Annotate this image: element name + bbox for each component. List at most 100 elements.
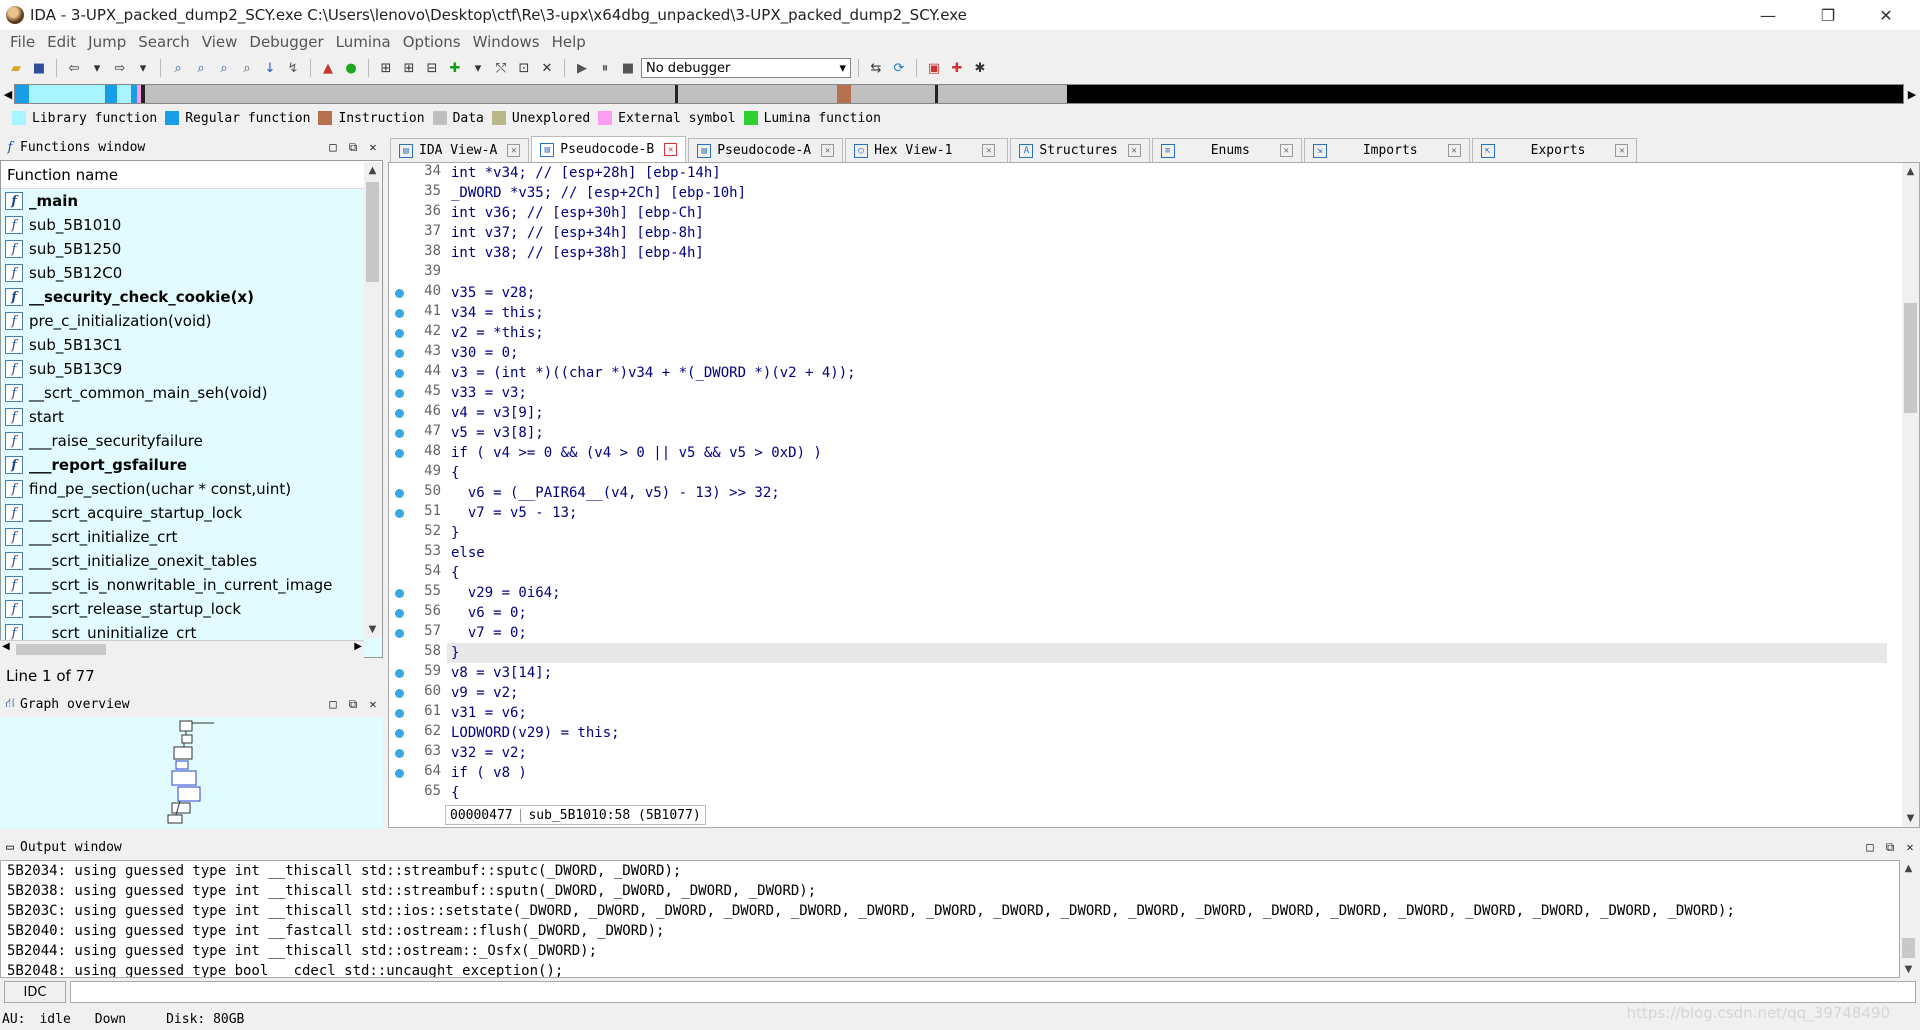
pseudocode-lines[interactable]: int *v34; // [esp+28h] [ebp-14h] _DWORD *… xyxy=(447,163,1887,803)
function-list-item[interactable]: f start xyxy=(1,405,382,429)
function-list-item[interactable]: f __security_check_cookie(x) xyxy=(1,285,382,309)
breakpoint-dot-icon[interactable] xyxy=(395,749,404,758)
function-name-column-header[interactable]: Function name xyxy=(1,161,382,189)
pane-float-icon[interactable]: ⧉ xyxy=(343,697,363,712)
scroll-thumb[interactable] xyxy=(1904,303,1917,413)
function-list-item[interactable]: f sub_5B12C0 xyxy=(1,261,382,285)
code-line[interactable]: v33 = v3; xyxy=(447,383,1887,403)
code-line[interactable]: v32 = v2; xyxy=(447,743,1887,763)
function-list-item[interactable]: f __scrt_common_main_seh(void) xyxy=(1,381,382,405)
menu-jump[interactable]: Jump xyxy=(82,33,132,51)
pane-maximize-icon[interactable]: □ xyxy=(323,697,343,711)
code-line[interactable]: v5 = v3[8]; xyxy=(447,423,1887,443)
scroll-down-icon[interactable]: ▼ xyxy=(1900,961,1917,978)
function-list-item[interactable]: f sub_5B13C9 xyxy=(1,357,382,381)
code-line[interactable]: v6 = 0; xyxy=(447,603,1887,623)
pane-close-icon[interactable]: ✕ xyxy=(363,140,383,154)
function-list-item[interactable]: f sub_5B1010 xyxy=(1,213,382,237)
pane-maximize-icon[interactable]: □ xyxy=(323,140,343,154)
search-immediate-icon[interactable]: ⌕ xyxy=(237,58,257,78)
nav-right-arrow-icon[interactable]: ▶ xyxy=(1906,84,1918,104)
output-text[interactable]: 5B2034: using guessed type int __thiscal… xyxy=(0,860,1900,978)
plugin-icon[interactable]: ▣ xyxy=(924,58,944,78)
close-icon[interactable]: ✕ xyxy=(821,144,835,157)
function-list-item[interactable]: f find_pe_section(uchar * const,uint) xyxy=(1,477,382,501)
menu-windows[interactable]: Windows xyxy=(467,33,546,51)
code-line[interactable]: v9 = v2; xyxy=(447,683,1887,703)
code-line[interactable]: { xyxy=(447,783,1887,803)
function-list-item[interactable]: f pre_c_initialization(void) xyxy=(1,309,382,333)
back-arrow-icon[interactable]: ⇦ xyxy=(64,58,84,78)
tab-structures[interactable]: A Structures ✕ xyxy=(1010,138,1150,162)
pane-maximize-icon[interactable]: □ xyxy=(1860,840,1880,854)
functions-scrollbar[interactable]: ▲ ▼ xyxy=(364,162,381,638)
breakpoint-dot-icon[interactable] xyxy=(395,309,404,318)
pane-float-icon[interactable]: ⧉ xyxy=(343,140,363,155)
open-folder-icon[interactable]: ▰ xyxy=(6,58,26,78)
close-icon[interactable]: ✕ xyxy=(664,143,678,156)
breakpoint-dot-icon[interactable] xyxy=(395,349,404,358)
stop-icon[interactable]: ■ xyxy=(618,58,638,78)
function-list-item[interactable]: f ___scrt_release_startup_lock xyxy=(1,597,382,621)
functions-list[interactable]: Function name f _main f sub_5B1010 f sub_5B12… xyxy=(0,160,383,658)
breakpoint-dot-icon[interactable] xyxy=(395,329,404,338)
menu-search[interactable]: Search xyxy=(132,33,196,51)
chevron-down-icon[interactable]: ▾ xyxy=(133,58,153,78)
breakpoint-dot-icon[interactable] xyxy=(395,689,404,698)
delete-icon[interactable]: ✕ xyxy=(537,58,557,78)
close-icon[interactable]: ✕ xyxy=(1615,144,1629,157)
breakpoint-dot-icon[interactable] xyxy=(395,449,404,458)
green-circle-icon[interactable]: ● xyxy=(341,58,361,78)
edit-function-icon[interactable]: ⊟ xyxy=(422,58,442,78)
attach-icon[interactable]: ⇆ xyxy=(866,58,886,78)
breakpoint-dot-icon[interactable] xyxy=(395,489,404,498)
code-line[interactable]: else xyxy=(447,543,1887,563)
code-line[interactable]: v31 = v6; xyxy=(447,703,1887,723)
breakpoint-dot-icon[interactable] xyxy=(395,729,404,738)
breakpoint-dot-icon[interactable] xyxy=(395,609,404,618)
code-line[interactable]: } xyxy=(447,523,1887,543)
save-icon[interactable]: ■ xyxy=(29,58,49,78)
menu-debugger[interactable]: Debugger xyxy=(243,33,329,51)
graph-icon[interactable]: ▲ xyxy=(318,58,338,78)
tab-hex-view-1[interactable]: ◯ Hex View-1 ✕ xyxy=(845,138,1009,162)
search-binary-icon[interactable]: ⌕ xyxy=(168,58,188,78)
patch-icon[interactable]: ⊡ xyxy=(514,58,534,78)
scroll-thumb[interactable] xyxy=(1902,938,1915,958)
code-line[interactable]: v35 = v28; xyxy=(447,283,1887,303)
code-line[interactable]: v7 = v5 - 13; xyxy=(447,503,1887,523)
scroll-up-icon[interactable]: ▲ xyxy=(1902,163,1919,180)
scroll-left-icon[interactable]: ◀ xyxy=(2,641,10,652)
maximize-button[interactable]: ❐ xyxy=(1800,0,1856,30)
jump-icon[interactable]: ↯ xyxy=(283,58,303,78)
function-list-item[interactable]: f ___scrt_acquire_startup_lock xyxy=(1,501,382,525)
create-function-icon[interactable]: ⊞ xyxy=(399,58,419,78)
pane-close-icon[interactable]: ✕ xyxy=(1900,840,1920,854)
breakpoint-dot-icon[interactable] xyxy=(395,509,404,518)
breakpoint-dot-icon[interactable] xyxy=(395,769,404,778)
function-list-item[interactable]: f ___raise_securityfailure xyxy=(1,429,382,453)
scroll-thumb[interactable] xyxy=(16,644,106,655)
chevron-down-icon[interactable]: ▾ xyxy=(87,58,107,78)
close-icon[interactable]: ✕ xyxy=(1447,144,1461,157)
add-icon[interactable]: ✚ xyxy=(445,58,465,78)
code-line[interactable]: { xyxy=(447,463,1887,483)
functions-hscrollbar[interactable]: ◀ ▶ xyxy=(0,640,364,658)
tab-ida-view-a[interactable]: ▤ IDA View-A ✕ xyxy=(390,138,530,162)
breakpoint-icon[interactable]: ✚ xyxy=(947,58,967,78)
idc-language-button[interactable]: IDC xyxy=(4,981,66,1003)
search-next-icon[interactable]: ⌕ xyxy=(214,58,234,78)
breakpoint-dot-icon[interactable] xyxy=(395,389,404,398)
breakpoint-dot-icon[interactable] xyxy=(395,709,404,718)
tab-pseudocode-a[interactable]: ▤ Pseudocode-A ✕ xyxy=(688,138,844,162)
menu-file[interactable]: File xyxy=(4,33,41,51)
pause-icon[interactable]: ⏸ xyxy=(595,58,615,78)
close-button[interactable]: ✕ xyxy=(1858,0,1914,30)
debugger-select[interactable]: No debugger ▾ xyxy=(641,58,851,78)
scroll-down-icon[interactable]: ▼ xyxy=(364,621,381,638)
breakpoint-dot-icon[interactable] xyxy=(395,629,404,638)
scroll-down-icon[interactable]: ▼ xyxy=(1902,810,1919,827)
menu-view[interactable]: View xyxy=(196,33,244,51)
output-scrollbar[interactable]: ▲ ▼ xyxy=(1900,860,1917,978)
graph-overview-canvas[interactable] xyxy=(0,717,383,829)
